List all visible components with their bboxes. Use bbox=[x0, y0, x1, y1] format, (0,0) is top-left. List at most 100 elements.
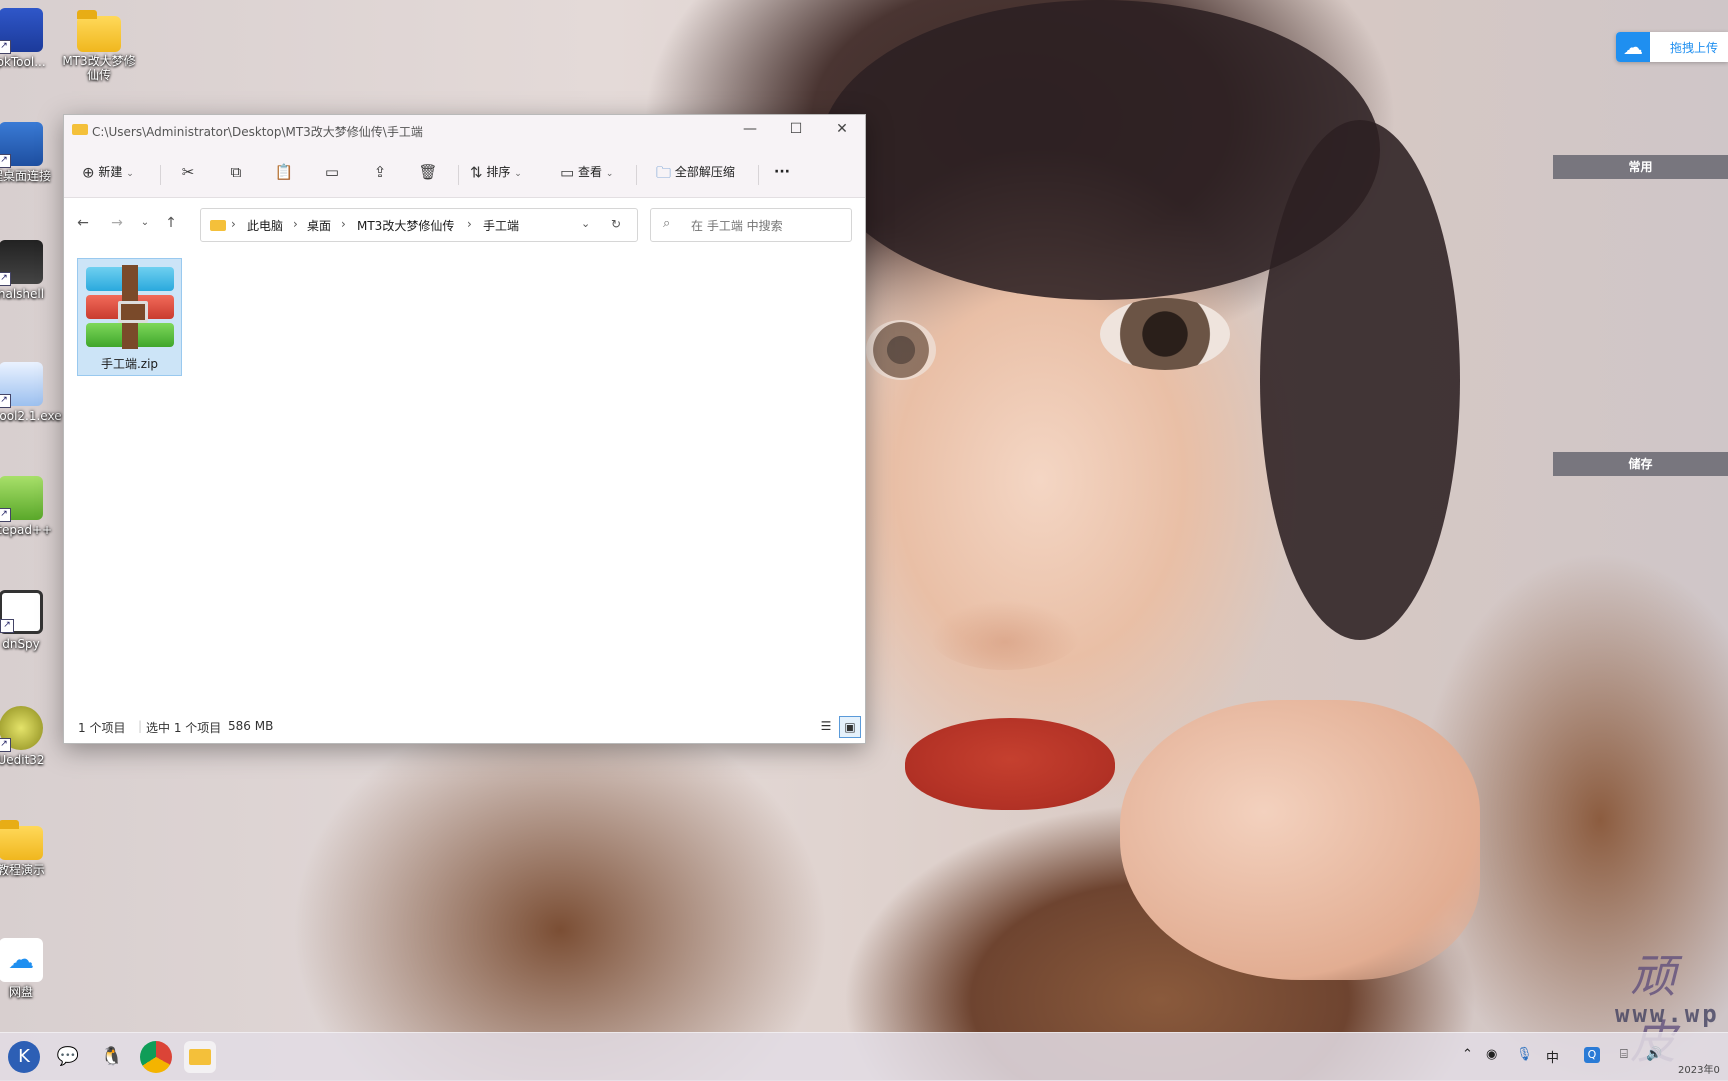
toolbar-divider bbox=[160, 165, 161, 185]
navigation-bar: ← → ⌄ ↑ › 此电脑 › 桌面 › MT3改大梦修仙传 › 手工端 ⌄ ↻… bbox=[64, 198, 865, 248]
breadcrumb-chevron-icon: › bbox=[341, 217, 346, 231]
ime-indicator[interactable]: 中 bbox=[1546, 1047, 1559, 1066]
file-item-zip[interactable]: 手工端.zip bbox=[77, 258, 182, 376]
toolbar-divider bbox=[458, 165, 459, 185]
chevron-down-icon: ⌄ bbox=[514, 169, 522, 179]
share-icon[interactable]: ⇪ bbox=[366, 159, 394, 185]
extract-all-button[interactable]: 🗀 全部解压缩 bbox=[656, 159, 735, 185]
side-tag-common[interactable]: 常用 bbox=[1553, 155, 1728, 179]
chrome-icon[interactable] bbox=[140, 1041, 172, 1073]
dnspy-icon: ↗ bbox=[0, 590, 43, 634]
view-icon: ▭ bbox=[560, 163, 575, 182]
tray-date[interactable]: 2023年0 bbox=[1678, 1061, 1720, 1076]
wallpaper-eye-left bbox=[866, 320, 936, 380]
forward-arrow-icon[interactable]: → bbox=[106, 212, 128, 234]
tray-overflow-chevron-icon[interactable]: ⌃ bbox=[1462, 1047, 1473, 1062]
more-options-button[interactable]: ··· bbox=[774, 159, 790, 185]
desktop-icon-label: otepad++ bbox=[0, 523, 53, 537]
status-bar: 1 个项目 | 选中 1 个项目 586 MB ☰ ▣ bbox=[64, 709, 865, 743]
window-titlebar[interactable]: C:\Users\Administrator\Desktop\MT3改大梦修仙传… bbox=[64, 115, 865, 145]
file-name: 手工端.zip bbox=[100, 357, 159, 371]
desktop-icon-label: MT3改大梦修仙传 bbox=[62, 54, 136, 82]
tray-q-icon[interactable]: Q bbox=[1584, 1047, 1600, 1063]
paste-icon[interactable]: 📋 bbox=[270, 159, 298, 185]
up-arrow-icon[interactable]: ↑ bbox=[160, 212, 182, 234]
view-button[interactable]: ▭ 查看 ⌄ bbox=[560, 159, 613, 185]
address-dropdown-icon[interactable]: ⌄ bbox=[581, 217, 590, 230]
desktop-icon-tutorial-folder[interactable]: 教程演示 bbox=[0, 820, 62, 877]
breadcrumb-mt3-folder[interactable]: MT3改大梦修仙传 bbox=[357, 217, 454, 234]
watermark-url: www.wp bbox=[1615, 1000, 1720, 1028]
chevron-down-icon: ⌄ bbox=[605, 169, 614, 179]
remote-desktop-icon: ↗ bbox=[0, 122, 43, 168]
copy-icon[interactable]: ⧉ bbox=[222, 159, 250, 185]
microphone-icon[interactable]: 🎙 bbox=[1516, 1047, 1533, 1062]
delete-icon[interactable]: 🗑 bbox=[414, 159, 442, 185]
wallpaper-hand bbox=[1120, 700, 1480, 980]
status-divider: | bbox=[138, 719, 143, 733]
cut-icon[interactable]: ✂ bbox=[174, 159, 202, 185]
desktop-icon-dnspy[interactable]: ↗ dnSpy bbox=[0, 590, 62, 651]
close-button[interactable]: ✕ bbox=[819, 115, 865, 145]
recent-locations-chevron-icon[interactable]: ⌄ bbox=[134, 212, 156, 234]
maximize-button[interactable]: ☐ bbox=[773, 115, 819, 145]
start-k-icon[interactable]: K bbox=[8, 1041, 40, 1073]
extract-icon: 🗀 bbox=[656, 163, 672, 182]
wechat-icon[interactable]: 💬 bbox=[52, 1041, 84, 1073]
wallpaper-nose bbox=[930, 600, 1080, 670]
breadcrumb-current-folder[interactable]: 手工端 bbox=[483, 217, 519, 234]
uedit-icon: ↗ bbox=[0, 706, 43, 752]
terminal-icon: ↗ bbox=[0, 240, 43, 286]
file-list-area[interactable]: 手工端.zip bbox=[64, 248, 865, 708]
breadcrumb-desktop[interactable]: 桌面 bbox=[307, 217, 331, 234]
new-label: 新建 bbox=[98, 165, 123, 179]
desktop-icon-apktool-exe[interactable]: ↗ oktool2.1.exe bbox=[0, 362, 62, 423]
notepadpp-icon: ↗ bbox=[0, 476, 43, 522]
cloud-icon: ☁ bbox=[1616, 32, 1650, 62]
large-icons-view-icon[interactable]: ▣ bbox=[839, 716, 861, 738]
tray-app-icon[interactable]: ◉ bbox=[1486, 1047, 1497, 1062]
minimize-button[interactable]: — bbox=[727, 115, 773, 145]
desktop-icon-netdisk[interactable]: ☁ 网盘 bbox=[0, 938, 62, 999]
toolbar-divider bbox=[636, 165, 637, 185]
search-box[interactable]: ⌕ bbox=[650, 208, 852, 242]
breadcrumb-chevron-icon: › bbox=[293, 217, 298, 231]
desktop-icon-label: dnSpy bbox=[2, 637, 40, 651]
taskbar: K 💬 🐧 ⌃ ◉ 🎙 中 Q ⌸ 🔊 2023年0 bbox=[0, 1032, 1728, 1081]
new-button[interactable]: ⊕ 新建 ⌄ bbox=[82, 159, 134, 185]
desktop-icon-label: 教程演示 bbox=[0, 863, 45, 877]
extract-all-label: 全部解压缩 bbox=[674, 165, 735, 179]
back-arrow-icon[interactable]: ← bbox=[72, 212, 94, 234]
desktop-icon-notepadpp[interactable]: ↗ otepad++ bbox=[0, 476, 62, 537]
search-input[interactable] bbox=[689, 216, 843, 236]
sort-label: 排序 bbox=[486, 165, 511, 179]
sort-button[interactable]: ⇅ 排序 ⌄ bbox=[470, 159, 522, 185]
volume-icon[interactable]: 🔊 bbox=[1646, 1047, 1662, 1062]
desktop-icon-label: nalshell bbox=[0, 287, 45, 301]
desktop-icon-apktool[interactable]: ↗ pkTool... bbox=[0, 8, 62, 69]
desktop-icon-label: oktool2.1.exe bbox=[0, 409, 62, 423]
folder-icon bbox=[72, 124, 88, 135]
file-explorer-taskbar-icon[interactable] bbox=[184, 1041, 216, 1073]
desktop-icon-mt3-folder[interactable]: MT3改大梦修仙传 bbox=[58, 8, 140, 82]
address-bar[interactable]: › 此电脑 › 桌面 › MT3改大梦修仙传 › 手工端 ⌄ ↻ bbox=[200, 208, 638, 242]
desktop-icon-remote-desktop[interactable]: ↗ 程桌面连接 bbox=[0, 122, 62, 183]
command-bar: ⊕ 新建 ⌄ ✂ ⧉ 📋 ▭ ⇪ 🗑 ⇅ 排序 ⌄ ▭ 查看 ⌄ 🗀 全部解压缩… bbox=[64, 145, 865, 198]
selected-size: 586 MB bbox=[228, 719, 274, 733]
details-view-icon[interactable]: ☰ bbox=[816, 716, 836, 736]
wallpaper-eye bbox=[1100, 298, 1230, 370]
network-icon[interactable]: ⌸ bbox=[1620, 1047, 1628, 1062]
side-tag-storage[interactable]: 储存 bbox=[1553, 452, 1728, 476]
sort-icon: ⇅ bbox=[470, 163, 483, 182]
desktop-icon-finalshell[interactable]: ↗ nalshell bbox=[0, 240, 62, 301]
breadcrumb-this-pc[interactable]: 此电脑 bbox=[247, 217, 283, 234]
drag-upload-button[interactable]: ☁ 拖拽上传 bbox=[1616, 32, 1728, 62]
rename-icon[interactable]: ▭ bbox=[318, 159, 346, 185]
window-title: C:\Users\Administrator\Desktop\MT3改大梦修仙传… bbox=[92, 125, 423, 139]
plus-circle-icon: ⊕ bbox=[82, 163, 95, 182]
desktop-icon-uedit32[interactable]: ↗ Uedit32 bbox=[0, 706, 62, 767]
refresh-icon[interactable]: ↻ bbox=[611, 217, 621, 231]
folder-icon bbox=[0, 820, 43, 860]
qq-icon[interactable]: 🐧 bbox=[96, 1041, 128, 1073]
desktop-icon-label: pkTool... bbox=[0, 55, 46, 69]
